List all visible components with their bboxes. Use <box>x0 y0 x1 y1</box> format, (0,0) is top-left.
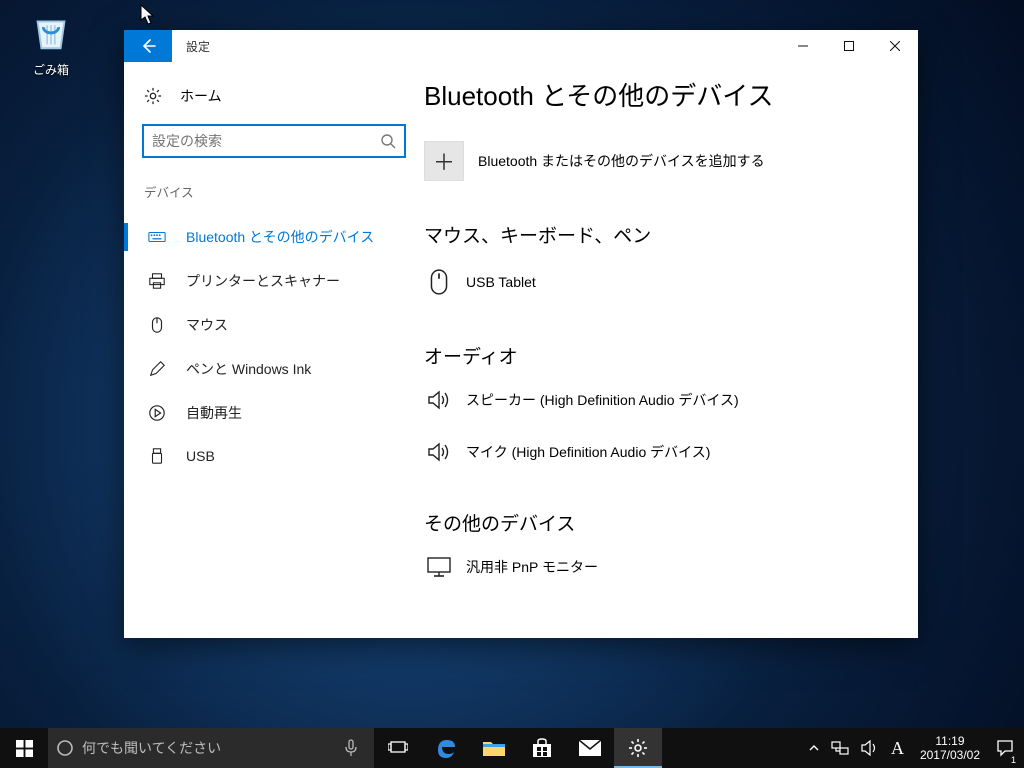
page-title: Bluetooth とその他のデバイス <box>424 76 894 113</box>
gear-icon <box>628 738 648 758</box>
search-input[interactable] <box>152 133 380 149</box>
taskbar-app-edge[interactable] <box>422 728 470 768</box>
chevron-up-icon <box>809 743 819 753</box>
edge-icon <box>434 736 458 760</box>
tray-chevron-up[interactable] <box>803 728 825 768</box>
system-tray: A 11:19 2017/03/02 1 <box>799 728 1024 768</box>
section-heading-other: その他のデバイス <box>424 509 894 536</box>
mail-icon <box>578 739 602 757</box>
device-name: スピーカー (High Definition Audio デバイス) <box>466 390 739 410</box>
sidebar-item-usb[interactable]: USB <box>124 435 424 477</box>
windows-logo-icon <box>16 740 33 757</box>
tray-network-icon[interactable] <box>825 728 855 768</box>
titlebar: 設定 <box>124 30 918 62</box>
settings-window: 設定 <box>124 30 918 638</box>
clock-time: 11:19 <box>920 734 980 748</box>
add-device-button[interactable]: ＋ Bluetooth またはその他のデバイスを追加する <box>424 141 894 181</box>
taskbar-app-explorer[interactable] <box>470 728 518 768</box>
cortana-icon <box>56 739 74 757</box>
section-heading-audio: オーディオ <box>424 342 894 369</box>
tray-volume-icon[interactable] <box>855 728 885 768</box>
minimize-icon <box>798 41 808 51</box>
notification-badge: 1 <box>1008 755 1019 765</box>
device-name: 汎用非 PnP モニター <box>466 557 598 577</box>
device-row[interactable]: 汎用非 PnP モニター <box>424 550 894 584</box>
sidebar-item-label: Bluetooth とその他のデバイス <box>186 227 374 247</box>
speaker-icon <box>861 740 879 756</box>
maximize-button[interactable] <box>826 30 872 62</box>
maximize-icon <box>844 41 854 51</box>
mouse-cursor-icon <box>140 4 156 26</box>
sidebar-item-label: プリンターとスキャナー <box>186 271 340 291</box>
store-icon <box>531 737 553 759</box>
plus-icon: ＋ <box>424 141 464 181</box>
home-button[interactable]: ホーム <box>124 86 424 124</box>
speaker-icon <box>427 389 451 411</box>
taskbar-clock[interactable]: 11:19 2017/03/02 <box>910 734 990 763</box>
pen-icon <box>148 360 166 378</box>
sidebar-item-label: USB <box>186 448 215 464</box>
sidebar-item-label: ペンと Windows Ink <box>186 359 311 379</box>
gear-icon <box>144 87 162 105</box>
sidebar-item-mouse[interactable]: マウス <box>124 303 424 347</box>
sidebar-item-pen[interactable]: ペンと Windows Ink <box>124 347 424 391</box>
mouse-icon <box>428 268 450 296</box>
device-row[interactable]: USB Tablet <box>424 262 894 302</box>
task-view-button[interactable] <box>374 728 422 768</box>
recycle-bin-label: ごみ箱 <box>12 61 90 78</box>
minimize-button[interactable] <box>780 30 826 62</box>
speaker-icon <box>427 441 451 463</box>
search-icon <box>380 133 396 149</box>
monitor-icon <box>426 556 452 578</box>
arrow-left-icon <box>140 38 156 54</box>
sidebar-category-label: デバイス <box>124 182 424 215</box>
sidebar-item-label: 自動再生 <box>186 403 242 423</box>
close-icon <box>890 41 900 51</box>
sidebar-item-bluetooth[interactable]: Bluetooth とその他のデバイス <box>124 215 424 259</box>
device-name: マイク (High Definition Audio デバイス) <box>466 442 710 462</box>
sidebar-item-label: マウス <box>186 315 228 335</box>
recycle-bin-desktop-icon[interactable]: ごみ箱 <box>12 8 90 78</box>
taskbar-app-store[interactable] <box>518 728 566 768</box>
task-view-icon <box>388 740 408 756</box>
recycle-bin-icon <box>28 8 74 54</box>
taskbar-app-settings[interactable] <box>614 728 662 768</box>
sidebar: ホーム デバイス Bluetooth とその <box>124 62 424 638</box>
window-title: 設定 <box>172 30 780 62</box>
sidebar-item-autoplay[interactable]: 自動再生 <box>124 391 424 435</box>
taskbar: 何でも聞いてください <box>0 728 1024 768</box>
device-row[interactable]: スピーカー (High Definition Audio デバイス) <box>424 383 894 417</box>
section-heading-mouse-keyboard-pen: マウス、キーボード、ペン <box>424 221 894 248</box>
action-center-button[interactable]: 1 <box>990 728 1020 768</box>
content-pane: Bluetooth とその他のデバイス ＋ Bluetooth またはその他のデ… <box>424 62 918 638</box>
back-button[interactable] <box>124 30 172 62</box>
cortana-search-box[interactable]: 何でも聞いてください <box>48 728 374 768</box>
microphone-icon <box>344 739 358 757</box>
taskbar-app-mail[interactable] <box>566 728 614 768</box>
network-icon <box>831 741 849 755</box>
mouse-icon <box>148 316 166 334</box>
search-box[interactable] <box>142 124 406 158</box>
autoplay-icon <box>148 404 166 422</box>
usb-icon <box>148 447 166 465</box>
cortana-placeholder: 何でも聞いてください <box>82 738 344 758</box>
folder-icon <box>482 738 506 758</box>
close-button[interactable] <box>872 30 918 62</box>
device-name: USB Tablet <box>466 274 536 290</box>
keyboard-icon <box>148 228 166 246</box>
start-button[interactable] <box>0 728 48 768</box>
ime-indicator[interactable]: A <box>885 728 910 768</box>
clock-date: 2017/03/02 <box>920 748 980 762</box>
add-device-label: Bluetooth またはその他のデバイスを追加する <box>478 151 765 171</box>
printer-icon <box>148 272 166 290</box>
sidebar-item-printers[interactable]: プリンターとスキャナー <box>124 259 424 303</box>
home-label: ホーム <box>180 86 222 106</box>
device-row[interactable]: マイク (High Definition Audio デバイス) <box>424 435 894 469</box>
